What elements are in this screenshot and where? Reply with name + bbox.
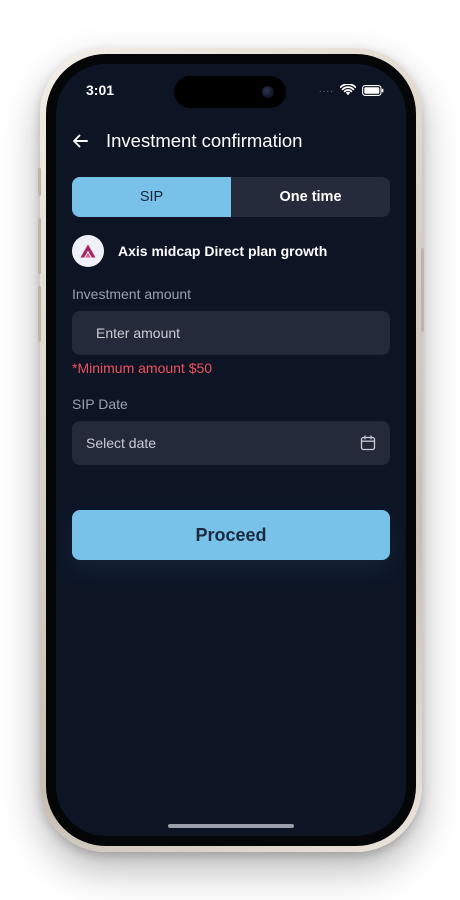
investment-amount-placeholder: Enter amount xyxy=(96,325,181,341)
calendar-icon[interactable] xyxy=(360,435,376,451)
arrow-left-icon[interactable] xyxy=(71,132,89,150)
battery-icon xyxy=(362,84,384,96)
status-bar: 3:01 .... xyxy=(56,64,406,114)
fund-name: Axis midcap Direct plan growth xyxy=(118,243,328,259)
tab-one-time[interactable]: One time xyxy=(231,177,390,217)
sip-date-placeholder: Select date xyxy=(86,435,157,451)
sip-date-picker[interactable]: Select date xyxy=(72,421,390,465)
investment-type-toggle: SIP One time xyxy=(72,177,390,217)
volume-up-button xyxy=(38,218,41,274)
mute-switch xyxy=(38,168,41,196)
investment-amount-label: Investment amount xyxy=(72,286,192,302)
phone-frame: 3:01 .... Investment confirmation SIP On… xyxy=(38,48,424,852)
wifi-icon xyxy=(340,84,356,96)
status-icons: .... xyxy=(319,83,384,97)
page-title: Investment confirmation xyxy=(106,130,303,151)
fund-info: Axis midcap Direct plan growth xyxy=(72,235,327,267)
front-camera xyxy=(262,86,274,98)
app-screen: 3:01 .... Investment confirmation SIP On… xyxy=(56,64,406,836)
minimum-amount-error: *Minimum amount $50 xyxy=(72,360,213,376)
header: Investment confirmation xyxy=(56,126,406,156)
status-time: 3:01 xyxy=(86,82,115,98)
axis-logo-icon xyxy=(72,235,104,267)
investment-amount-input[interactable]: Enter amount xyxy=(72,311,390,355)
tab-sip[interactable]: SIP xyxy=(72,177,231,217)
proceed-button[interactable]: Proceed xyxy=(72,510,390,560)
home-indicator[interactable] xyxy=(168,824,294,828)
volume-down-button xyxy=(38,286,41,342)
power-button xyxy=(421,248,424,332)
sip-date-label: SIP Date xyxy=(72,396,128,412)
signal-icon: .... xyxy=(318,84,334,95)
dynamic-island xyxy=(174,76,286,108)
